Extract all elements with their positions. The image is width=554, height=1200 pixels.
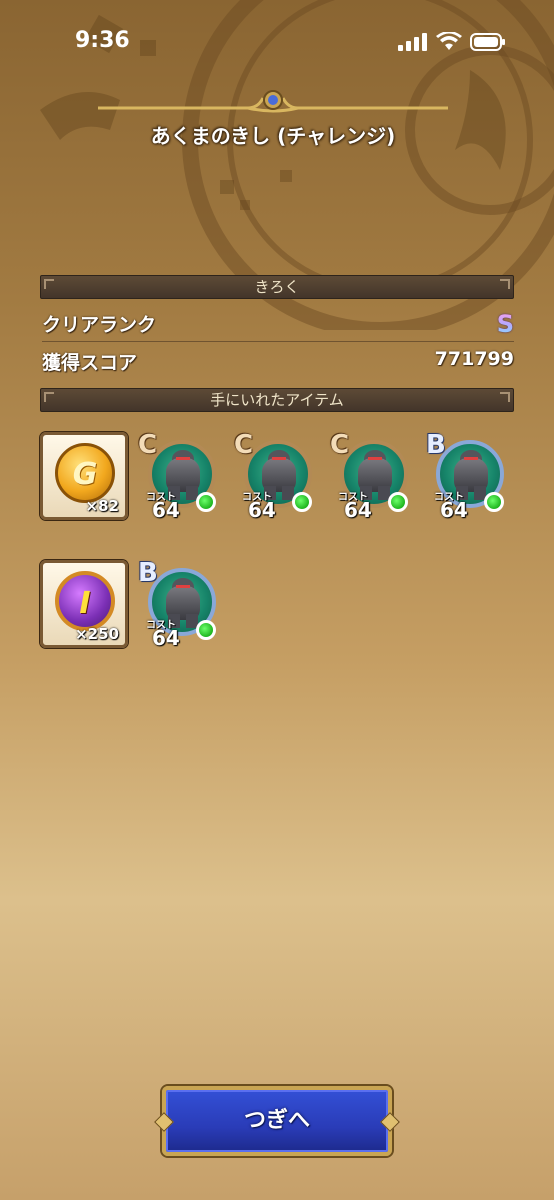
stage-title: あくまのきし (チャレンジ) [150, 124, 396, 148]
clear-rank-row: クリアランク S [42, 304, 514, 340]
item-coin-icon: I [55, 571, 115, 631]
record-section-header: きろく [40, 275, 514, 299]
green-orb-icon [388, 492, 408, 512]
monster-item[interactable]: C コスト 64 [138, 432, 222, 522]
knight-eyes [272, 457, 286, 460]
gold-coin-letter: G [72, 457, 98, 492]
monster-rank: C [138, 430, 158, 460]
signal-icon [398, 33, 427, 51]
cost-value: 64 [152, 626, 180, 650]
status-bar: 9:36 [0, 0, 554, 80]
score-row: 獲得スコア 771799 [42, 342, 514, 378]
monster-rank: C [234, 430, 254, 460]
ornament-icon [98, 90, 448, 113]
monster-item[interactable]: B コスト 64 [138, 560, 222, 650]
monster-rank: B [426, 430, 446, 460]
title-ornament: あくまのきし (チャレンジ) [98, 88, 448, 148]
gold-item[interactable]: G ×82 [40, 432, 128, 520]
knight-eyes [176, 585, 190, 588]
battery-icon [470, 33, 505, 51]
score-value: 771799 [434, 348, 514, 370]
green-orb-icon [196, 492, 216, 512]
cost-value: 64 [152, 498, 180, 522]
cost-value: 64 [344, 498, 372, 522]
knight-eyes [368, 457, 382, 460]
monster-rank: C [330, 430, 350, 460]
status-icons [398, 32, 506, 52]
cost-value: 64 [440, 498, 468, 522]
gold-count: ×82 [85, 497, 119, 515]
ticket-count: ×250 [75, 625, 119, 643]
ticket-item[interactable]: I ×250 [40, 560, 128, 648]
gold-coin-icon: G [55, 443, 115, 503]
score-label: 獲得スコア [42, 352, 138, 374]
green-orb-icon [292, 492, 312, 512]
item-coin-letter: I [79, 586, 91, 621]
clear-rank-label: クリアランク [42, 314, 157, 336]
wifi-icon [436, 32, 462, 50]
monster-item[interactable]: B コスト 64 [426, 432, 510, 522]
green-orb-icon [196, 620, 216, 640]
status-time: 9:36 [75, 28, 130, 53]
knight-eyes [176, 457, 190, 460]
items-section-header: 手にいれたアイテム [40, 388, 514, 412]
clear-rank-value: S [496, 310, 514, 338]
green-orb-icon [484, 492, 504, 512]
monster-item[interactable]: C コスト 64 [234, 432, 318, 522]
monster-item[interactable]: C コスト 64 [330, 432, 414, 522]
next-button[interactable]: つぎへ [162, 1086, 392, 1156]
monster-rank: B [138, 558, 158, 588]
knight-eyes [464, 457, 478, 460]
cost-value: 64 [248, 498, 276, 522]
